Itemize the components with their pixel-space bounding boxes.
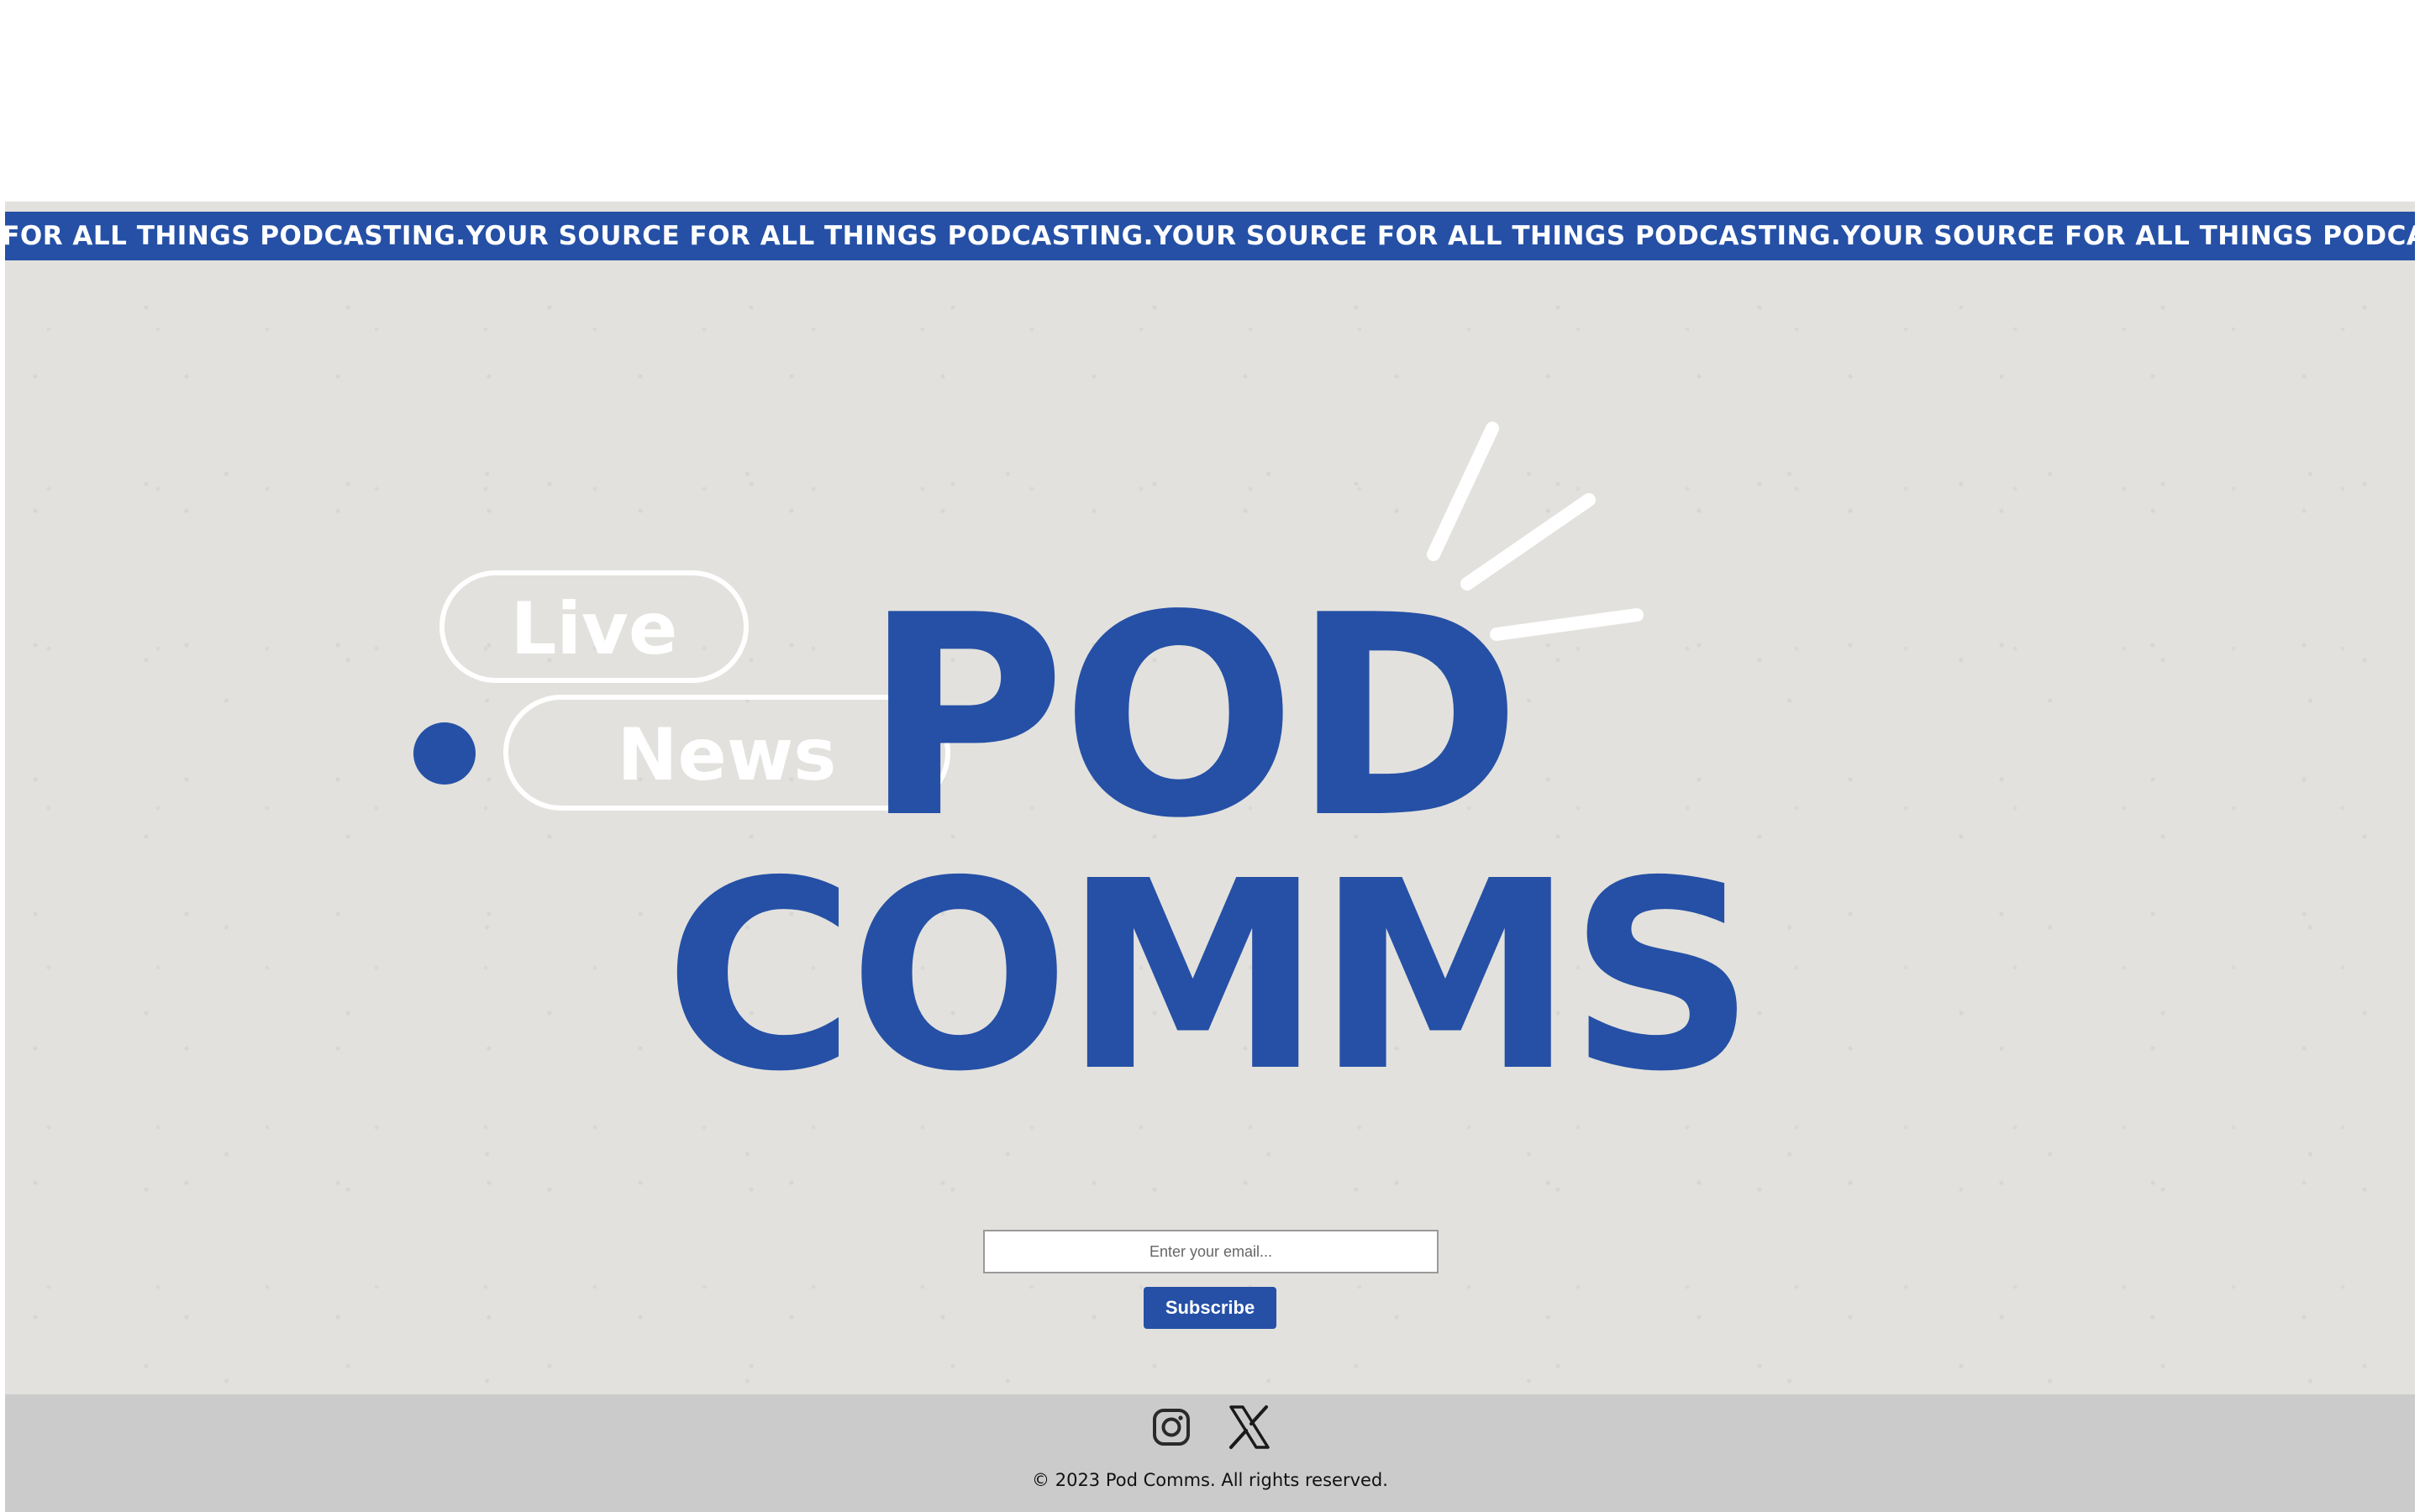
social-links <box>5 1403 2415 1453</box>
live-dot <box>413 722 476 785</box>
live-tag-label: Live <box>511 587 678 671</box>
page: CE FOR ALL THINGS PODCASTING.YOUR SOURCE… <box>0 0 2420 1512</box>
instagram-icon[interactable] <box>1147 1403 1196 1452</box>
x-twitter-icon[interactable] <box>1224 1403 1273 1452</box>
footer: © 2023 Pod Comms. All rights reserved. <box>5 1394 2415 1512</box>
pod-comms-logo: Live News POD COMMS <box>413 422 1756 1129</box>
copyright-text: © 2023 Pod Comms. All rights reserved. <box>1032 1470 1388 1490</box>
subscribe-button[interactable]: Subscribe <box>1144 1287 1276 1329</box>
email-input[interactable] <box>983 1230 1439 1273</box>
news-tag-label: News <box>618 713 837 797</box>
hero-section: CE FOR ALL THINGS PODCASTING.YOUR SOURCE… <box>5 202 2415 1394</box>
logo-word-comms: COMMS <box>664 826 1749 1129</box>
